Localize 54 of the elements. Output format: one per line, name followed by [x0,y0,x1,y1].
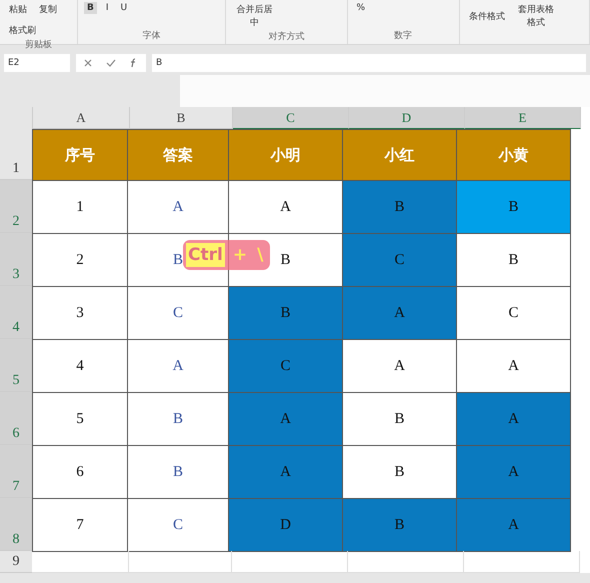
column-header[interactable]: B [130,107,233,129]
table-header-cell: 小黄 [456,129,571,181]
ribbon-button[interactable]: U [117,2,130,14]
name-box[interactable]: E2 [4,54,70,72]
row-header[interactable]: 4 [0,286,32,339]
ribbon-button[interactable]: 复制 [36,2,60,17]
table-cell: D [228,498,343,552]
table-cell: C [228,339,343,393]
table-cell: A [228,392,343,446]
ribbon-button[interactable]: I [102,2,112,14]
ribbon-button[interactable]: 格式刷 [6,23,39,38]
ribbon-button[interactable]: B [84,2,97,14]
table-header-cell: 小明 [228,129,343,181]
row-header[interactable]: 3 [0,233,32,286]
table-cell: B [342,180,457,234]
table-cell: A [456,392,571,446]
ribbon-button[interactable]: 条件格式 [466,8,508,24]
group-label: 字体 [142,30,162,42]
key-label: \ [256,244,264,267]
check-icon[interactable] [106,58,116,68]
ribbon-button[interactable]: 合并后居中 [232,2,276,30]
column-header[interactable]: E [465,107,581,129]
row-header[interactable]: 5 [0,339,32,392]
ribbon-button[interactable]: 粘贴 [6,2,30,17]
table-cell: A [228,445,343,499]
table-cell: B [228,286,343,340]
ribbon-button[interactable]: % [354,2,368,14]
table-header-cell: 答案 [127,129,229,181]
group-label: 剪贴板 [24,38,53,51]
table-cell: A [456,498,571,552]
column-header[interactable]: C [233,107,349,129]
table-cell: B [342,498,457,552]
table-header-cell: 小红 [342,129,457,181]
cancel-icon[interactable] [82,58,93,68]
row-header[interactable]: 2 [0,180,32,233]
key-label: Ctrl [186,243,225,267]
row-header[interactable]: 1 [0,129,32,180]
ribbon-button[interactable]: 套用表格格式 [514,2,558,30]
column-header[interactable]: D [349,107,465,129]
table-cell: B [456,180,571,234]
group-label: 数字 [393,30,414,42]
column-header[interactable]: A [33,107,130,129]
formula-field[interactable]: B [152,54,586,72]
table-cell: A [342,286,457,340]
table-cell: 7 [32,498,128,552]
row-header[interactable]: 8 [0,498,32,551]
key-label: + [232,244,248,267]
group-label: 对齐方式 [267,30,306,43]
row-header[interactable]: 6 [0,392,32,445]
table-header-cell: 序号 [32,129,128,181]
table-cell: C [342,233,457,287]
row-header[interactable]: 9 [0,551,32,573]
row-header[interactable]: 7 [0,445,32,498]
table-cell: A [456,445,571,499]
